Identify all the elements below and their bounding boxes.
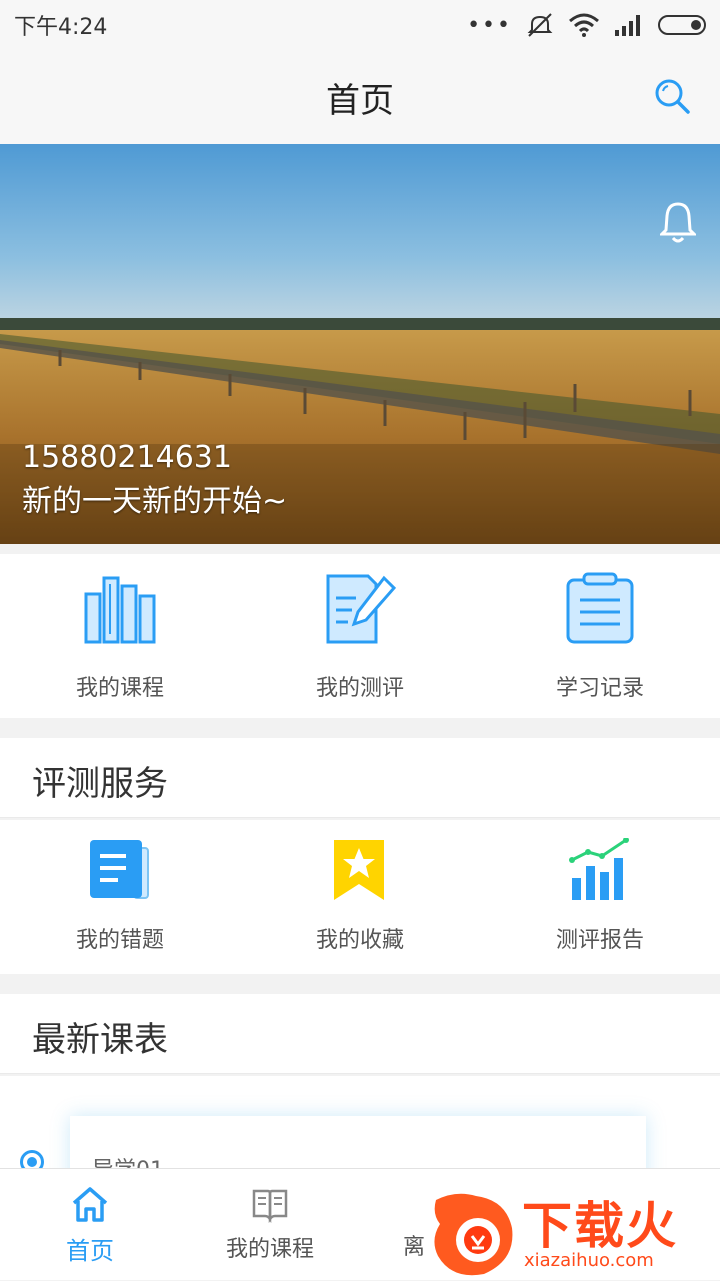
- star-bookmark-icon: [334, 840, 384, 900]
- my-favorites-button[interactable]: 我的收藏: [240, 820, 480, 974]
- status-bar: 下午4:24 •••: [0, 0, 720, 50]
- my-courses-label: 我的课程: [75, 676, 164, 701]
- services-header: 评测服务: [0, 738, 720, 818]
- signal-icon: [615, 15, 640, 36]
- greeting-text: 新的一天新的开始~: [22, 484, 288, 519]
- mute-icon: [527, 13, 553, 37]
- my-evaluation-label: 我的测评: [315, 676, 404, 701]
- bell-icon[interactable]: [660, 200, 696, 244]
- wifi-icon: [569, 13, 599, 37]
- hero-banner[interactable]: 15880214631 新的一天新的开始~: [0, 144, 720, 544]
- course-card[interactable]: 导学01: [70, 1116, 646, 1170]
- book-icon: [252, 1189, 288, 1223]
- nav-my-courses-label: 我的课程: [225, 1237, 314, 1262]
- schedule-title: 最新课表: [32, 1020, 168, 1060]
- watermark-url: xiazaihuo.com: [524, 1250, 654, 1271]
- home-icon: [72, 1187, 108, 1222]
- user-phone: 15880214631: [22, 440, 232, 475]
- watermark-text: 下载火: [522, 1197, 678, 1255]
- my-courses-button[interactable]: 我的课程: [0, 554, 240, 718]
- edit-document-icon: [326, 574, 397, 644]
- top-bar: 首页: [0, 50, 720, 144]
- schedule-header: 最新课表: [0, 994, 720, 1074]
- nav-home[interactable]: 首页: [0, 1169, 180, 1281]
- quick-actions: 我的课程 我的测评 学习记录: [0, 554, 720, 718]
- nav-home-label: 首页: [66, 1237, 114, 1265]
- services-title: 评测服务: [32, 764, 168, 804]
- banner-text: 15880214631 新的一天新的开始~: [22, 436, 287, 524]
- timeline-dot: [20, 1150, 44, 1170]
- services-grid: 我的错题 我的收藏 测评报告: [0, 820, 720, 974]
- nav-offline-label: 离: [402, 1235, 425, 1260]
- bar-books-icon: [84, 576, 156, 644]
- study-record-label: 学习记录: [555, 676, 644, 701]
- document-icon: [90, 840, 149, 899]
- my-favorites-label: 我的收藏: [315, 928, 404, 953]
- search-icon[interactable]: [652, 76, 692, 116]
- schedule-list: 导学01: [0, 1076, 720, 1170]
- chart-report-icon: [569, 838, 629, 900]
- evaluation-report-button[interactable]: 测评报告: [480, 820, 720, 974]
- watermark-logo: 下载火 xiazaihuo.com: [426, 1180, 720, 1280]
- status-time: 下午4:24: [14, 15, 108, 40]
- page-title: 首页: [326, 80, 394, 121]
- my-mistakes-label: 我的错题: [75, 928, 164, 953]
- evaluation-report-label: 测评报告: [555, 928, 644, 953]
- status-icons: •••: [467, 12, 706, 38]
- battery-icon: [658, 15, 706, 35]
- my-mistakes-button[interactable]: 我的错题: [0, 820, 240, 974]
- flame-logo-icon: [434, 1193, 513, 1276]
- my-evaluation-button[interactable]: 我的测评: [240, 554, 480, 718]
- clipboard-icon: [566, 572, 634, 644]
- study-record-button[interactable]: 学习记录: [480, 554, 720, 718]
- more-dots-icon: •••: [467, 12, 512, 38]
